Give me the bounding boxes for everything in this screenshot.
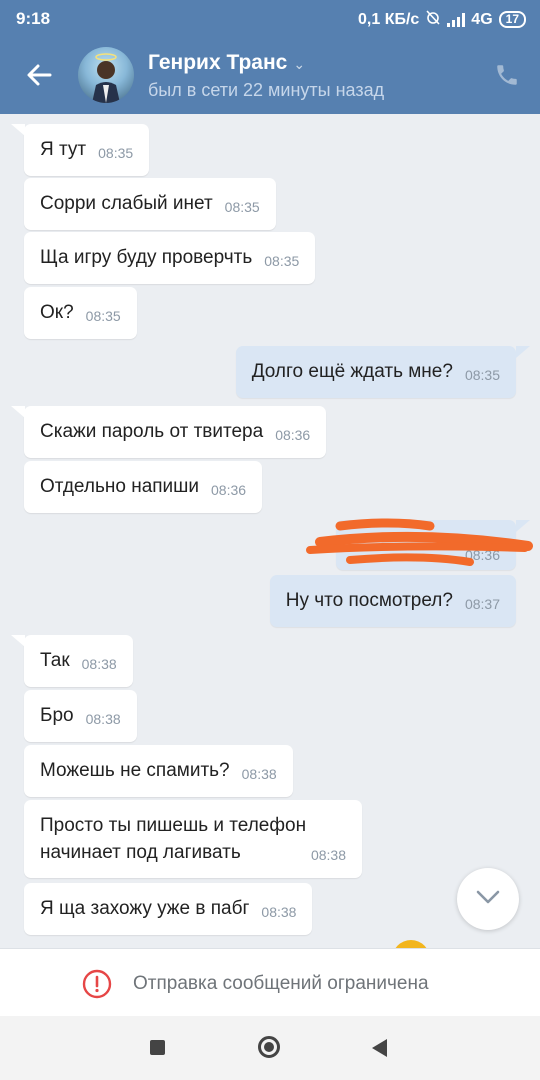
message-time: 08:35 [264,253,300,269]
message-text: Бро [40,705,74,726]
message-incoming[interactable]: Я ща захожу уже в пабг 08:38 [24,883,313,935]
recents-button[interactable] [150,1040,165,1055]
message-text: Скажи пароль от твитера [40,421,264,442]
bubble-tail [11,124,25,136]
phone-icon[interactable] [494,62,520,88]
message-text: Ну что посмотрел? [285,590,453,611]
chevron-down-icon: ⌄ [293,56,306,72]
status-bar: 9:18 0,1 КБ/с 4G 17 [0,0,540,36]
message-text: Долго ещё ждать мне? [251,361,453,382]
nav-back-button[interactable] [372,1039,387,1057]
message-text: Я тут [40,139,87,160]
scroll-down-button[interactable] [457,868,519,930]
message-time: 08:38 [261,904,297,920]
message-incoming[interactable]: Я тут 08:35 [24,124,150,176]
message-incoming[interactable]: Отдельно напиши 08:36 [24,461,263,513]
message-incoming[interactable]: Ща игру буду проверчть 08:35 [24,232,316,284]
message-outgoing[interactable]: Долго ещё ждать мне? 08:35 [235,346,516,398]
message-text: Сорри слабый инет [40,193,213,214]
message-time: 08:35 [98,145,134,161]
back-arrow-icon[interactable] [24,60,54,90]
message-time: 08:35 [224,199,260,215]
status-time: 9:18 [16,9,51,28]
contact-name-text: Генрих Транс [148,51,288,74]
message-time: 08:38 [310,847,346,863]
message-time: 08:38 [81,656,117,672]
home-button[interactable] [258,1036,280,1058]
message-time: 08:36 [211,482,247,498]
bubble-tail [516,346,530,358]
avatar[interactable] [78,47,134,103]
message-text: Ок? [40,302,74,323]
message-incoming[interactable]: Бро 08:38 [24,690,137,742]
message-time: 08:35 [85,308,121,324]
message-time: 08:38 [241,766,277,782]
message-time: 08:36 [275,427,311,443]
message-text: Можешь не спамить? [40,760,230,781]
signal-icon [447,12,466,27]
status-indicators: 0,1 КБ/с 4G 17 [358,9,526,30]
message-outgoing[interactable]: Ну что посмотрел? 08:37 [269,575,516,627]
message-text: Отдельно напиши [40,476,200,497]
message-incoming[interactable]: Сорри слабый инет 08:35 [24,178,276,230]
contact-name[interactable]: Генрих Транс ⌄ [148,51,305,75]
scroll-down-icon [476,890,500,909]
message-time: 08:37 [464,596,500,612]
message-text: Я ща захожу уже в пабг [40,898,250,919]
network-speed: 0,1 КБ/с [358,10,420,28]
last-seen-status: был в сети 22 минуты назад [148,80,385,100]
message-text: Так [40,650,70,671]
message-incoming[interactable]: Так 08:38 [24,635,133,687]
message-time: 08:35 [464,367,500,383]
network-type: 4G [471,10,493,28]
message-incoming[interactable]: Просто ты пишешь и телефон начинает под … [24,800,362,878]
message-time: 08:38 [85,711,121,727]
message-text: Ща игру буду проверчть [40,247,253,268]
bubble-tail [11,406,25,418]
system-nav-bar [0,1016,540,1080]
composer-bar: Отправка сообщений ограничена [0,948,540,1017]
message-text: Просто ты пишешь и телефон начинает под … [40,815,307,863]
warning-icon [82,969,112,999]
battery-icon: 17 [498,11,526,28]
message-incoming[interactable]: Ок? 08:35 [24,287,137,339]
chat-header: Генрих Транс ⌄ был в сети 22 минуты назад [0,36,540,114]
restriction-notice: Отправка сообщений ограничена [133,973,429,994]
alarm-off-icon [425,9,441,30]
bubble-tail [11,635,25,647]
battery-level: 17 [505,12,519,26]
message-incoming[interactable]: Скажи пароль от твитера 08:36 [24,406,327,458]
redaction-scribble [306,518,533,566]
message-incoming[interactable]: Можешь не спамить? 08:38 [24,745,293,797]
